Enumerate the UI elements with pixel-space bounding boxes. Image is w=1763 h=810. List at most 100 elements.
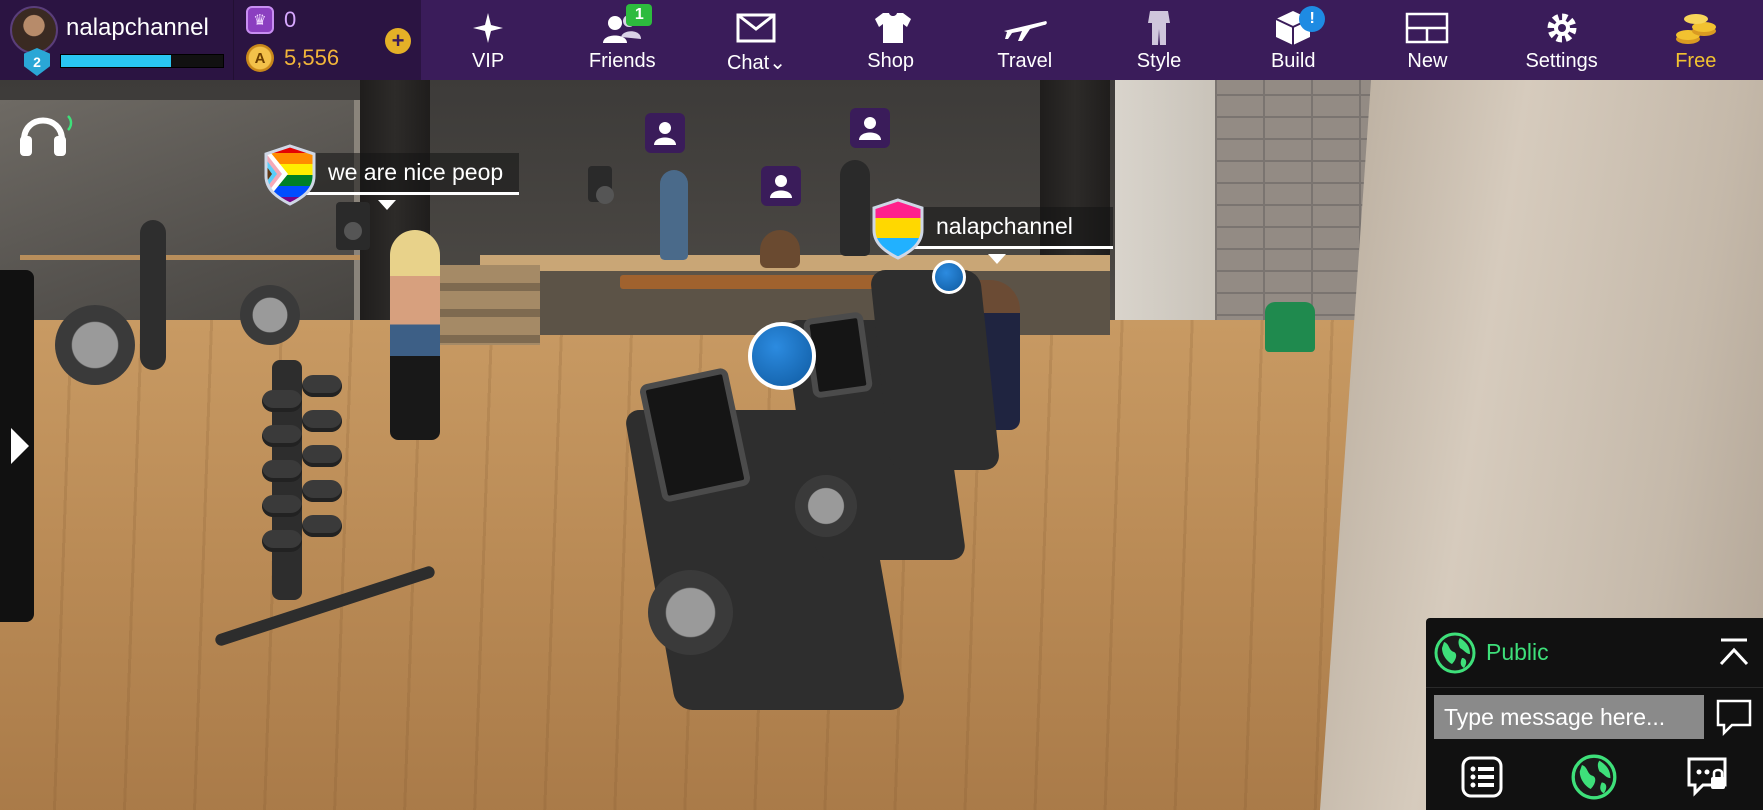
bike-flywheel [795, 475, 857, 537]
side-panel-toggle[interactable] [0, 270, 34, 622]
nav-label: Settings [1525, 50, 1598, 72]
user-marker[interactable] [850, 108, 890, 148]
avatar-standing[interactable] [840, 160, 870, 256]
vip-star-icon [471, 8, 505, 48]
nav-travel[interactable]: Travel [965, 8, 1085, 80]
avatar-sitting[interactable] [760, 230, 800, 268]
nav-label: Friends [588, 50, 656, 72]
exercise-bike-back[interactable] [869, 270, 1001, 470]
avatar-woman[interactable] [390, 230, 440, 440]
nav-label: Chat⌄ [726, 52, 786, 74]
avatar[interactable] [10, 6, 58, 54]
dumbbell[interactable] [302, 480, 342, 502]
nav-vip[interactable]: VIP [428, 8, 548, 80]
nav-label: VIP [471, 50, 505, 72]
private-chat-lock-icon [1687, 757, 1727, 797]
seat-interaction-marker[interactable] [748, 322, 816, 390]
currency-panel[interactable]: ♛ 0 A 5,556 + [233, 0, 421, 80]
friends-notification-badge: 1 [626, 4, 653, 26]
chat-panel: Public [1426, 618, 1763, 810]
machine-flywheel [55, 305, 135, 385]
chat-channel-label: Public [1486, 639, 1549, 665]
user-marker[interactable] [645, 113, 685, 153]
profile-panel[interactable]: 2 nalapchannel [0, 0, 233, 80]
nav-style[interactable]: Style [1099, 8, 1219, 80]
nametag-pointer [988, 254, 1006, 264]
dumbbell[interactable] [262, 530, 302, 552]
travel-plane-icon [1002, 8, 1048, 48]
collapse-up-icon [1719, 638, 1749, 666]
dumbbell[interactable] [302, 445, 342, 467]
nav-new[interactable]: New [1367, 8, 1487, 80]
user-marker[interactable] [761, 166, 801, 206]
list-icon [1461, 756, 1503, 798]
stage-steps [440, 265, 540, 345]
chat-toolbar [1426, 746, 1763, 808]
user-silhouette-icon [770, 175, 792, 198]
new-layout-icon [1405, 8, 1449, 48]
nametag-other-user[interactable]: we are nice peop [262, 142, 520, 210]
dumbbell[interactable] [262, 425, 302, 447]
collapse-chat-button[interactable] [1717, 636, 1751, 670]
voice-headphones-button[interactable] [14, 102, 74, 162]
nav-label: Shop [867, 50, 915, 72]
main-nav: VIP 1 Friends Chat⌄ Shop Travel Style ! … [421, 0, 1763, 80]
chat-input-row [1426, 688, 1763, 746]
chat-message-input[interactable] [1434, 695, 1704, 739]
pansexual-flag-shield-icon [870, 196, 926, 260]
xp-progress-fill [61, 55, 172, 67]
seat-interaction-marker[interactable] [932, 260, 966, 294]
green-chair[interactable] [1265, 302, 1315, 352]
dumbbell[interactable] [262, 460, 302, 482]
xp-progress-bar [60, 54, 224, 68]
top-navigation-bar: 2 nalapchannel ♛ 0 A 5,556 + VIP 1 Frien… [0, 0, 1763, 80]
build-alert-badge: ! [1299, 6, 1326, 32]
nav-friends[interactable]: 1 Friends [562, 4, 682, 80]
expand-arrow-icon [11, 428, 29, 464]
nav-settings[interactable]: Settings [1502, 8, 1622, 80]
nametag-text: we are nice peop [304, 153, 520, 195]
send-message-button[interactable] [1714, 697, 1754, 737]
nametag-pointer [378, 200, 396, 210]
coin-icon: A [246, 44, 274, 72]
credits-row: ♛ 0 [246, 6, 296, 34]
nav-free[interactable]: Free [1636, 8, 1756, 80]
nav-shop[interactable]: Shop [831, 8, 951, 80]
ballet-barre [20, 255, 360, 260]
dumbbell[interactable] [262, 390, 302, 412]
nav-label: Free [1675, 50, 1717, 72]
dumbbell[interactable] [302, 515, 342, 537]
progress-pride-flag-shield-icon [262, 142, 318, 206]
nav-label: Travel [997, 50, 1053, 72]
chat-list-button[interactable] [1459, 754, 1505, 800]
nametag-self[interactable]: nalapchannel [870, 196, 1113, 264]
dumbbell[interactable] [302, 410, 342, 432]
nav-chat[interactable]: Chat⌄ [696, 8, 816, 80]
public-chat-button[interactable] [1571, 754, 1617, 800]
chat-envelope-icon [736, 8, 776, 48]
crown-credits-icon: ♛ [246, 6, 274, 34]
nav-build[interactable]: ! Build [1233, 6, 1353, 80]
headphones-icon [20, 115, 73, 156]
level-shield-icon: 2 [24, 48, 50, 76]
credits-amount: 0 [284, 7, 297, 32]
private-chat-button[interactable] [1684, 754, 1730, 800]
nametag-text: nalapchannel [912, 207, 1113, 249]
dumbbell[interactable] [262, 495, 302, 517]
coins-row: A 5,556 [246, 44, 339, 72]
speech-bubble-icon [1716, 699, 1752, 737]
add-currency-button[interactable]: + [385, 28, 411, 54]
profile-username: nalapchannel [66, 14, 209, 41]
nav-label: New [1407, 50, 1448, 72]
avatar-dancer[interactable] [660, 170, 688, 260]
coins-amount: 5,556 [284, 45, 340, 70]
nav-label: Build [1270, 50, 1316, 72]
settings-gear-icon [1544, 8, 1580, 48]
bike-flywheel [648, 570, 733, 655]
speaker [588, 166, 614, 204]
user-silhouette-icon [859, 117, 881, 140]
nav-label: Style [1136, 50, 1182, 72]
exercise-machine[interactable] [140, 220, 166, 370]
dumbbell[interactable] [302, 375, 342, 397]
chat-header: Public [1426, 618, 1763, 688]
